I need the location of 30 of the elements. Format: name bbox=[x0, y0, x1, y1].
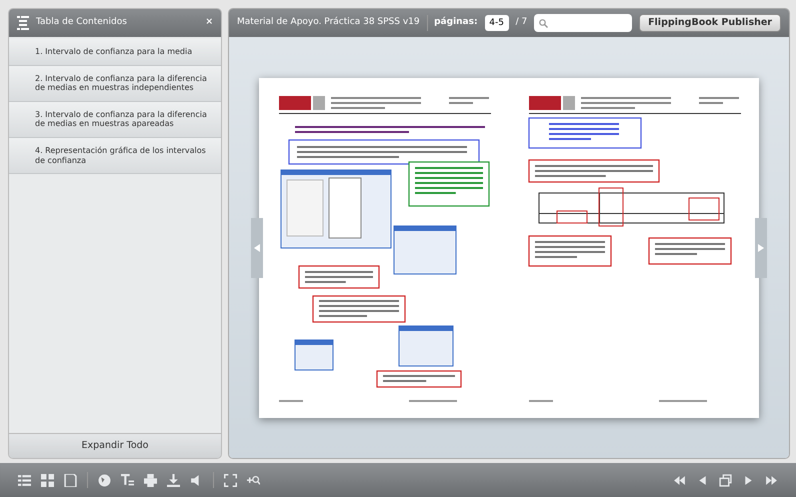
publisher-button[interactable]: FlippingBook Publisher bbox=[639, 14, 781, 32]
first-page-icon[interactable] bbox=[673, 474, 686, 486]
print-icon[interactable] bbox=[144, 474, 157, 486]
fullscreen-icon[interactable] bbox=[224, 474, 237, 486]
pages-icon[interactable] bbox=[719, 474, 732, 486]
toc-item[interactable]: 2. Intervalo de confianza para la diferencia de medias en muestras independientes bbox=[9, 66, 221, 102]
thumbnails-icon[interactable] bbox=[41, 474, 54, 486]
search-field[interactable] bbox=[534, 14, 632, 32]
left-arrow-icon bbox=[254, 244, 260, 252]
list-icon bbox=[17, 16, 29, 30]
close-button[interactable]: × bbox=[205, 16, 213, 30]
page-field[interactable]: 4-5 bbox=[484, 15, 509, 31]
text-icon[interactable] bbox=[121, 474, 134, 486]
toc-item[interactable]: 4. Representación gráfica de los intervalos de confianza bbox=[9, 138, 221, 174]
document-title: Material de Apoyo. Práctica 38 SPSS v19 bbox=[237, 16, 420, 30]
zoom-in-icon[interactable] bbox=[247, 474, 260, 486]
right-arrow-icon bbox=[758, 244, 764, 252]
sidebar-title: Tabla de Contenidos bbox=[36, 16, 127, 30]
search-icon bbox=[539, 18, 548, 28]
pages-label: páginas: bbox=[434, 16, 478, 30]
list-icon[interactable] bbox=[18, 474, 31, 486]
page-total: / 7 bbox=[516, 16, 528, 30]
toc-item[interactable]: 1. Intervalo de confianza para la media bbox=[9, 39, 221, 66]
toc-item[interactable]: 3. Intervalo de confianza para la diferencia de medias en muestras apareadas bbox=[9, 102, 221, 138]
next-page-button[interactable] bbox=[755, 218, 767, 278]
expand-all-button[interactable]: Expandir Todo bbox=[9, 432, 221, 458]
download-icon[interactable] bbox=[167, 474, 180, 486]
previous-page-button[interactable] bbox=[251, 218, 263, 278]
last-page-icon[interactable] bbox=[765, 474, 778, 486]
page-icon[interactable] bbox=[64, 474, 77, 486]
